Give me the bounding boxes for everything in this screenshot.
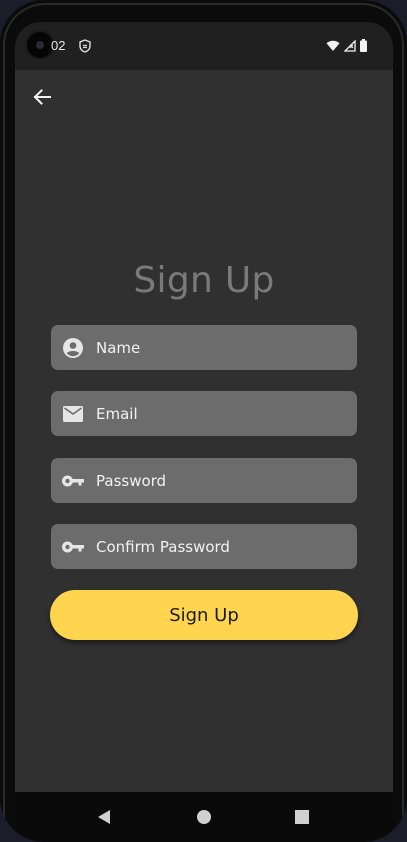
battery-icon [360, 39, 367, 57]
nav-back-icon[interactable] [95, 808, 113, 826]
key-icon [62, 470, 84, 492]
shield-icon [79, 39, 91, 53]
signal-icon [343, 39, 356, 57]
camera-cutout [27, 32, 53, 58]
name-input[interactable] [96, 325, 357, 370]
device-frame: 02 Sign Up Name Email Sign Up [0, 0, 407, 842]
status-icons [326, 39, 367, 57]
nav-home-icon[interactable] [195, 808, 213, 826]
confirm-password-field[interactable] [51, 524, 357, 569]
mail-icon [62, 403, 84, 425]
confirm-password-input[interactable] [96, 524, 357, 569]
page-title: Sign Up [133, 260, 275, 301]
nav-recents-icon[interactable] [293, 808, 311, 826]
password-input[interactable] [96, 458, 357, 503]
status-bar: 02 [15, 22, 393, 70]
app-screen: 02 Sign Up Name Email Sign Up [15, 22, 393, 842]
password-field[interactable] [51, 458, 357, 503]
email-input[interactable] [96, 391, 357, 436]
navigation-bar [15, 792, 393, 842]
status-time: 02 [51, 38, 66, 53]
account-circle-icon [62, 337, 84, 359]
arrow-left-icon [33, 89, 51, 105]
key-icon [62, 536, 84, 558]
name-field[interactable] [51, 325, 357, 370]
email-field[interactable] [51, 391, 357, 436]
wifi-icon [326, 39, 340, 57]
sign-up-button[interactable]: Sign Up [50, 590, 358, 640]
back-button[interactable] [29, 84, 55, 110]
